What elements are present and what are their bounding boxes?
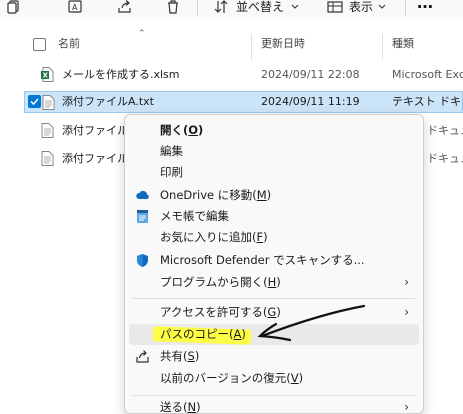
trash-icon[interactable] [163,0,183,16]
menu-item-onedrive[interactable]: OneDrive に移動(M) [125,185,423,206]
chevron-right-icon: › [404,400,409,414]
svg-text:X: X [43,72,49,80]
menu-item-favorites-label: お気に入りに追加(F) [160,227,268,248]
chevron-down-icon[interactable] [290,0,300,16]
menu-item-share-label: 共有(S) [160,346,199,367]
file-row-selected[interactable]: 添付ファイルA.txt 2024/09/11 11:19 テキスト ドキュメ [24,91,463,113]
access-key: S [187,349,195,363]
menu-item-copy-path-label: パスのコピー(A) [160,324,246,345]
menu-separator [133,395,415,396]
file-type: Microsoft Exc [392,68,463,81]
label-text: 共有( [160,349,188,363]
toolbar-divider [197,0,198,16]
menu-item-notepad[interactable]: メモ帳で編集 [125,206,423,227]
label-tail: ) [194,349,200,363]
context-menu: 開く(O) 編集 印刷 OneDrive に移動(M) メモ帳で編集 お気に入り… [124,114,424,414]
label-text: お気に入りに追加( [160,230,257,244]
menu-item-send-to[interactable]: 送る(N) › [125,397,423,414]
menu-item-print-label: 印刷 [160,165,183,179]
menu-item-open-label: 開く(O) [160,120,203,141]
column-type[interactable]: 種類 [392,34,414,54]
menu-item-defender-scan[interactable]: Microsoft Defender でスキャンする... [125,250,423,271]
toolbar-divider [405,0,406,16]
access-key: H [267,275,277,289]
menu-item-share[interactable]: 共有(S) [125,346,423,367]
text-file-icon [41,123,54,138]
access-key: N [187,400,197,414]
menu-item-onedrive-label: OneDrive に移動(M) [160,185,271,206]
file-type: テキスト ドキュメ [392,95,462,108]
label-text: 開く( [160,123,189,137]
select-all-checkbox[interactable] [33,38,46,51]
menu-item-send-to-label: 送る(N) [160,397,201,414]
file-name: メールを作成する.xlsm [62,68,180,81]
sort-button-label[interactable]: 並べ替え [236,0,284,14]
annotation-arrow [257,304,366,342]
sort-up-icon: ⌃ [138,29,146,39]
menu-item-edit-label: 編集 [160,144,183,158]
menu-item-open[interactable]: 開く(O) [125,120,423,141]
svg-text:A: A [72,3,78,12]
label-tail: ) [276,275,281,289]
label-tail: ) [241,327,246,341]
file-name: 添付ファイルB [62,124,124,137]
label-tail: ) [198,123,204,137]
label-tail: ) [263,230,268,244]
label-tail: ) [196,400,201,414]
menu-item-favorites[interactable]: お気に入りに追加(F) [125,227,423,248]
menu-item-notepad-label: メモ帳で編集 [160,209,229,223]
share-icon [135,349,150,364]
menu-item-restore-label: 以前のバージョンの復元(V) [160,368,303,389]
text-file-icon [41,151,54,166]
column-divider[interactable] [382,34,383,60]
rename-icon[interactable]: A [66,0,86,16]
defender-icon [135,253,150,268]
copy-icon[interactable] [6,0,22,16]
access-key: O [188,123,199,137]
column-modified[interactable]: 更新日時 [261,34,305,54]
label-text: 以前のバージョンの復元( [160,371,291,385]
file-row[interactable]: X メールを作成する.xlsm 2024/09/11 22:08 Microso… [24,64,463,86]
label-text: プログラムから開く( [160,275,268,289]
column-divider[interactable] [251,34,252,60]
chevron-down-icon[interactable] [377,0,387,16]
row-checkbox-checked[interactable] [28,95,41,108]
column-name[interactable]: 名前 [58,34,80,54]
view-icon[interactable] [326,0,344,16]
label-text: 送る( [160,400,188,414]
notepad-icon [135,209,150,224]
menu-item-restore-versions[interactable]: 以前のバージョンの復元(V) [125,368,423,389]
text-file-icon [42,95,55,110]
more-options-button[interactable]: … [417,0,433,11]
menu-item-open-with[interactable]: プログラムから開く(H) › [125,272,423,293]
command-bar: A 並べ替え 表示 … [0,0,463,19]
chevron-right-icon: › [404,305,409,319]
menu-item-open-with-label: プログラムから開く(H) [160,272,281,293]
menu-separator [133,298,415,299]
excel-file-icon: X [41,67,54,82]
file-type: ドキュメ [427,124,463,137]
access-key: V [290,371,299,385]
chevron-right-icon: › [404,275,409,289]
sort-icon[interactable] [213,0,229,16]
view-button-label[interactable]: 表示 [349,0,373,14]
menu-item-defender-label: Microsoft Defender でスキャンする... [160,253,365,267]
label-tail: ) [266,188,272,202]
label-tail: ) [298,371,304,385]
share-icon[interactable] [115,0,135,16]
file-name: 添付ファイルC [62,152,124,165]
access-key: M [256,188,267,202]
menu-item-edit[interactable]: 編集 [125,141,423,162]
file-modified: 2024/09/11 22:08 [261,68,360,81]
onedrive-icon [135,188,150,203]
file-modified: 2024/09/11 11:19 [261,95,360,108]
column-header: 名前 ⌃ 更新日時 種類 [24,29,463,60]
label-text: OneDrive に移動( [160,188,257,202]
file-type: ドキュメ [427,152,463,165]
file-name: 添付ファイルA.txt [62,95,154,108]
label-text: パスのコピー( [160,327,234,341]
menu-item-print[interactable]: 印刷 [125,162,423,183]
